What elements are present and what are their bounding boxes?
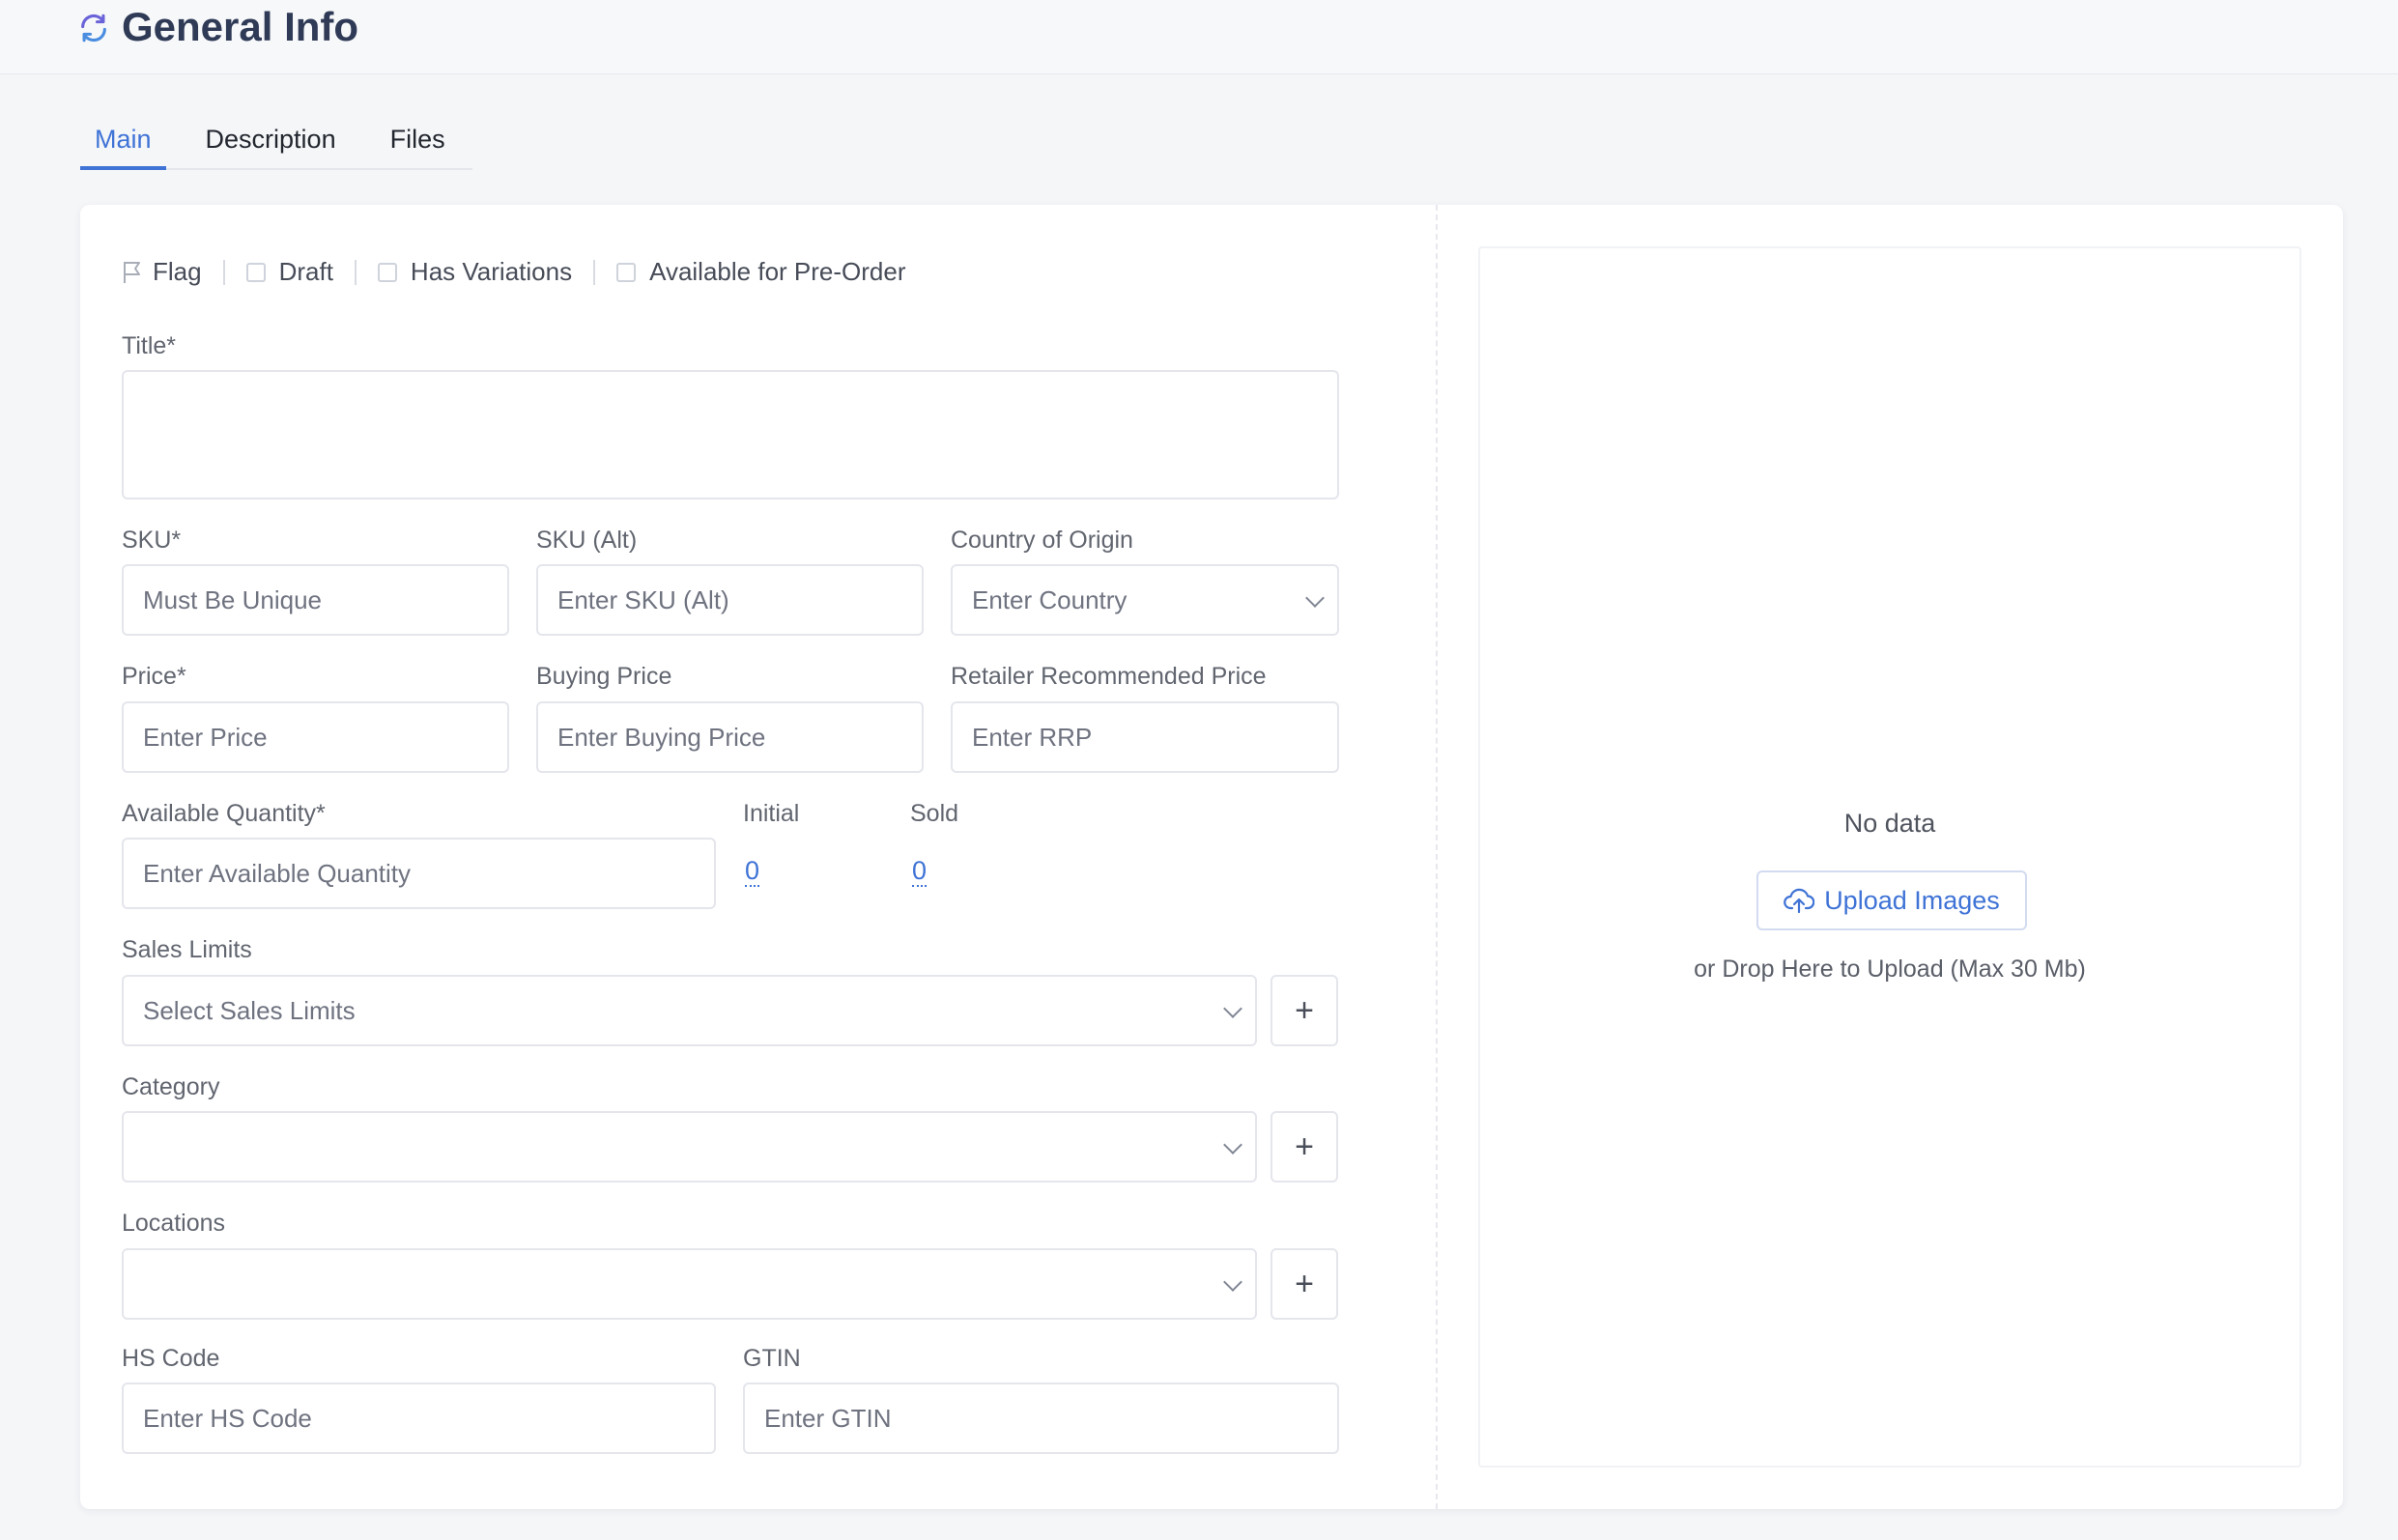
column-divider [1436,205,1438,1509]
initial-label: Initial [743,800,800,827]
draft-checkbox[interactable]: Draft [245,257,333,287]
tab-files[interactable]: Files [376,113,460,170]
available-quantity-label: Available Quantity* [122,800,326,827]
country-label: Country of Origin [951,527,1133,554]
add-location-button[interactable]: + [1270,1248,1338,1320]
sold-value-link[interactable]: 0 [912,856,928,887]
hs-code-input[interactable]: Enter HS Code [122,1383,716,1454]
no-data-text: No data [1843,809,1936,838]
flag-label: Flag [153,257,202,286]
category-label: Category [122,1073,220,1100]
page-header: General Info [0,0,2398,74]
checkbox-icon [616,262,637,282]
cloud-upload-icon [1784,888,1815,914]
chevron-down-icon [1223,1135,1242,1155]
refresh-icon[interactable] [77,12,110,44]
sku-input[interactable]: Must Be Unique [122,564,509,636]
pre-order-label: Available for Pre-Order [649,257,906,286]
country-placeholder: Enter Country [972,585,1128,614]
has-variations-checkbox[interactable]: Has Variations [377,257,573,287]
buying-price-input[interactable]: Enter Buying Price [536,701,924,773]
price-input[interactable]: Enter Price [122,701,509,773]
gtin-label: GTIN [743,1345,801,1372]
sku-label: SKU* [122,527,182,554]
upload-images-button[interactable]: Upload Images [1756,870,2027,930]
divider [222,259,225,285]
draft-label: Draft [278,257,333,286]
sales-limits-placeholder: Select Sales Limits [143,996,356,1025]
checkbox-icon [377,262,397,282]
pre-order-checkbox[interactable]: Available for Pre-Order [616,257,906,287]
drop-hint-text: or Drop Here to Upload (Max 30 Mb) [1694,955,2086,983]
tab-main[interactable]: Main [80,113,166,170]
add-category-button[interactable]: + [1270,1111,1338,1183]
image-dropzone[interactable]: No data Upload Images or Drop Here to Up… [1478,246,2301,1468]
flag-options: Flag Draft Has Variations Available for … [122,257,906,287]
initial-value-link[interactable]: 0 [745,856,760,887]
country-select[interactable]: Enter Country [951,564,1339,636]
page-title: General Info [122,4,359,49]
chevron-down-icon [1223,999,1242,1018]
has-variations-label: Has Variations [410,257,573,286]
sold-label: Sold [910,800,959,827]
sku-alt-label: SKU (Alt) [536,527,638,554]
chevron-down-icon [1305,588,1325,608]
rrp-input[interactable]: Enter RRP [951,701,1339,773]
locations-select[interactable] [122,1248,1257,1320]
checkbox-icon [245,262,266,282]
divider [593,259,596,285]
sales-limits-select[interactable]: Select Sales Limits [122,975,1257,1046]
flag-toggle[interactable]: Flag [122,257,202,287]
gtin-input[interactable]: Enter GTIN [743,1383,1339,1454]
price-label: Price* [122,663,186,690]
title-label: Title* [122,332,177,359]
general-info-card: Flag Draft Has Variations Available for … [80,205,2343,1509]
tab-bar: Main Description Files [80,113,472,170]
buying-price-label: Buying Price [536,663,672,690]
title-input[interactable] [122,370,1339,499]
available-quantity-input[interactable]: Enter Available Quantity [122,838,716,909]
flag-icon [124,261,140,283]
sales-limits-label: Sales Limits [122,936,252,963]
add-sales-limit-button[interactable]: + [1270,975,1338,1046]
divider [354,259,357,285]
rrp-label: Retailer Recommended Price [951,663,1267,690]
category-select[interactable] [122,1111,1257,1183]
chevron-down-icon [1223,1272,1242,1292]
locations-label: Locations [122,1210,226,1237]
sku-alt-input[interactable]: Enter SKU (Alt) [536,564,924,636]
tab-description[interactable]: Description [191,113,351,170]
upload-images-label: Upload Images [1824,885,2000,915]
hs-code-label: HS Code [122,1345,220,1372]
